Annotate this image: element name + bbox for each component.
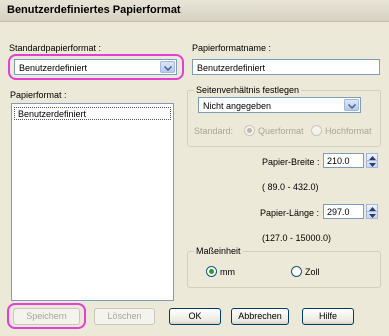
standard-paper-label: Standardpapierformat : [9, 43, 102, 53]
standard-label: Standard: [194, 126, 234, 136]
length-input[interactable]: 297.0 [323, 204, 364, 219]
list-item[interactable]: Benutzerdefiniert [14, 107, 171, 120]
dialog-window: Benutzerdefiniertes Papierformat Standar… [0, 0, 389, 336]
aspect-ratio-value: Nicht angegeben [203, 101, 272, 111]
cancel-button[interactable]: Abbrechen [231, 308, 289, 325]
dialog-panel: Standardpapierformat : Benutzerdefiniert… [0, 22, 389, 336]
width-spinner[interactable] [366, 153, 378, 168]
paper-format-label: Papierformat : [10, 90, 67, 100]
landscape-label: Querformat [258, 126, 304, 136]
mm-radio[interactable] [206, 266, 217, 277]
delete-button[interactable]: Löschen [94, 308, 155, 325]
ok-button[interactable]: OK [169, 308, 221, 325]
spin-down-icon[interactable] [369, 163, 376, 167]
inch-radio[interactable] [291, 266, 302, 277]
inch-label: Zoll [305, 267, 320, 277]
chevron-down-icon[interactable] [344, 99, 359, 111]
spinner-divider [367, 160, 377, 161]
radio-dot [209, 269, 214, 274]
paper-name-input[interactable]: Benutzerdefiniert [192, 59, 380, 75]
length-spinner[interactable] [366, 204, 378, 219]
paper-name-value: Benutzerdefiniert [197, 63, 266, 73]
mm-label: mm [220, 267, 235, 277]
list-item-label: Benutzerdefiniert [18, 109, 87, 119]
width-label: Papier-Breite : [262, 157, 320, 167]
width-input[interactable]: 210.0 [323, 153, 364, 168]
spinner-divider [367, 211, 377, 212]
spin-down-icon[interactable] [369, 214, 376, 218]
length-range: (127.0 - 15000.0) [262, 233, 332, 243]
portrait-radio[interactable] [311, 125, 322, 136]
unit-group-title: Maßeinheit [194, 246, 243, 256]
radio-dot [247, 128, 252, 133]
title-bar: Benutzerdefiniertes Papierformat [0, 0, 389, 22]
width-range: ( 89.0 - 432.0) [262, 182, 319, 192]
aspect-ratio-combobox[interactable]: Nicht angegeben [198, 97, 361, 113]
help-button[interactable]: Hilfe [302, 308, 354, 325]
portrait-label: Hochformat [325, 126, 372, 136]
width-value: 210.0 [327, 156, 350, 166]
standard-paper-value: Benutzerdefiniert [19, 63, 88, 73]
aspect-ratio-group-title: Seitenverhältnis festlegen [194, 85, 302, 95]
standard-paper-combobox[interactable]: Benutzerdefiniert [14, 59, 177, 75]
length-label: Papier-Länge : [260, 208, 320, 218]
chevron-down-icon[interactable] [160, 61, 175, 73]
paper-name-label: Papierformatname : [192, 43, 272, 53]
window-title: Benutzerdefiniertes Papierformat [7, 4, 181, 16]
length-value: 297.0 [327, 207, 350, 217]
paper-format-list[interactable]: Benutzerdefiniert [11, 103, 174, 301]
save-button[interactable]: Speichern [13, 308, 80, 325]
landscape-radio[interactable] [244, 125, 255, 136]
